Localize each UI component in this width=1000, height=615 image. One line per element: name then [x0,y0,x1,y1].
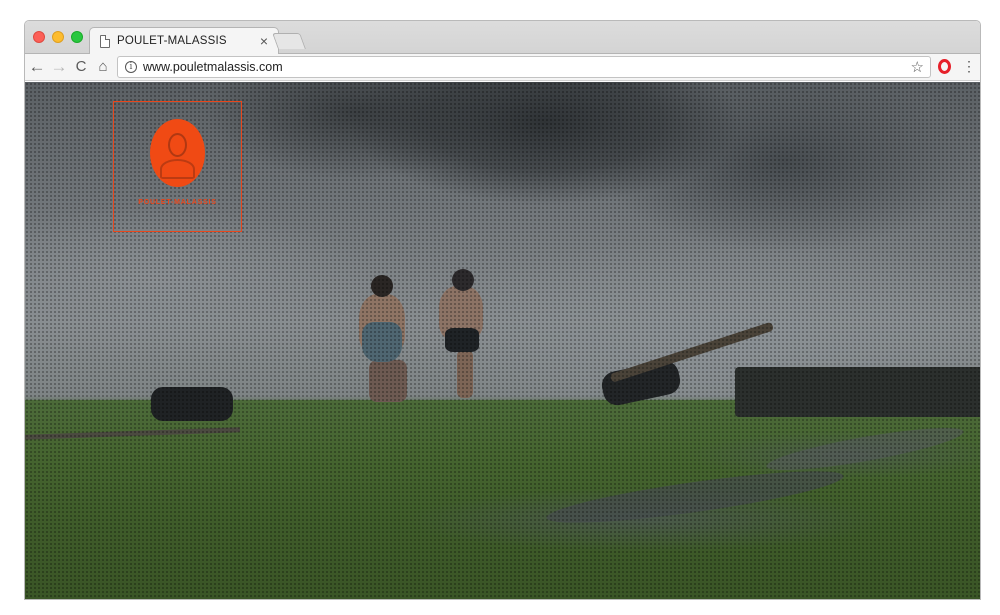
new-tab-button[interactable] [272,33,306,49]
back-button[interactable]: ← [27,57,47,77]
kebab-menu-icon[interactable]: ⋮ [962,58,976,74]
person-right-head [452,269,474,291]
portrait-shoulders [160,159,195,179]
address-bar[interactable]: i www.pouletmalassis.com ☆ [117,56,931,78]
tab-title: POULET-MALASSIS [117,35,227,47]
document-icon [100,35,110,48]
close-window-button[interactable] [33,31,45,43]
minimize-window-button[interactable] [52,31,64,43]
maximize-window-button[interactable] [71,31,83,43]
site-logo[interactable]: POULET-MALASSIS [113,101,242,232]
tire [151,387,233,421]
tab-close-button[interactable]: × [260,33,268,49]
tab-strip: POULET-MALASSIS × [25,21,980,55]
star-icon[interactable]: ☆ [911,58,924,76]
page-viewport: POULET-MALASSIS [25,82,980,599]
reload-button[interactable]: C [71,57,91,77]
url-text[interactable]: www.pouletmalassis.com [143,60,283,74]
portrait-icon [150,119,205,187]
person-left [369,360,407,402]
logo-caption: POULET-MALASSIS [138,199,217,206]
browser-window: POULET-MALASSIS × ← → C ⌂ i www.pouletma… [24,20,981,600]
portrait-face [168,133,187,157]
home-button[interactable]: ⌂ [93,57,113,77]
person-right-swimsuit [445,328,479,352]
tab-active[interactable]: POULET-MALASSIS × [89,27,279,55]
person-left-head [371,275,393,297]
person-left-swimsuit [362,322,402,362]
concrete-slab [735,367,980,417]
person-right [457,350,473,398]
forward-button[interactable]: → [49,57,69,77]
info-icon[interactable]: i [125,61,137,73]
opera-icon[interactable] [938,59,951,74]
toolbar: ← → C ⌂ i www.pouletmalassis.com ☆ ⋮ [25,54,980,81]
